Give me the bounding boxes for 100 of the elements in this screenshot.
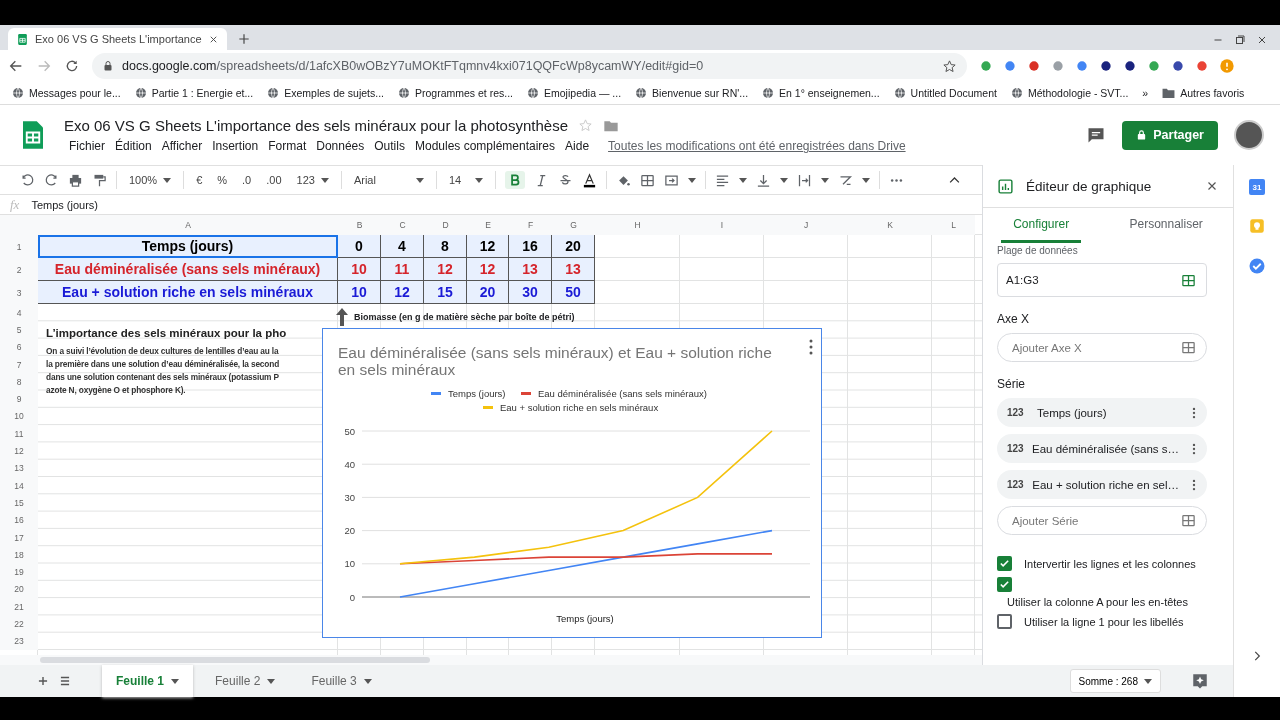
restore-icon[interactable]	[1234, 34, 1246, 46]
column-header[interactable]: A	[38, 215, 338, 235]
checkbox[interactable]	[997, 577, 1012, 592]
bookmark[interactable]: Emojipedia — ...	[527, 87, 622, 99]
grid-icon[interactable]	[1181, 272, 1196, 288]
bookmark[interactable]: Méthodologie - SVT...	[1010, 87, 1129, 99]
extension-icon[interactable]	[1171, 59, 1185, 73]
address-bar[interactable]: docs.google.com/spreadsheets/d/1afcXB0wOBzY7uMOKtFTqmnv4kxi071QQFcWp8ycamWY/edit#gid=0	[92, 53, 967, 79]
save-status-link[interactable]: Toutes les modifications ont été enregistrées dans Drive	[608, 139, 906, 153]
grid-icon[interactable]	[1181, 340, 1196, 355]
column-header[interactable]: K	[848, 215, 932, 235]
menu-item[interactable]: Données	[311, 139, 370, 153]
formula-field[interactable]: Temps (jours)	[31, 198, 98, 211]
document-title[interactable]: Exo 06 VS G Sheets L'importance des sels minéraux pour la photosynthèse	[64, 117, 568, 134]
row-header[interactable]: 2	[0, 258, 38, 281]
row-header[interactable]: 21	[0, 598, 38, 616]
row-header[interactable]: 18	[0, 546, 38, 564]
explore-icon[interactable]	[1191, 672, 1209, 690]
series-item[interactable]: 123 Temps (jours)	[997, 398, 1207, 427]
back-icon[interactable]	[8, 58, 24, 74]
print-icon[interactable]	[68, 172, 83, 188]
borders-icon[interactable]	[639, 172, 655, 188]
extension-icon[interactable]	[1099, 59, 1113, 73]
checkbox[interactable]	[997, 556, 1012, 571]
menu-item[interactable]: Aide	[560, 139, 595, 153]
zoom-dropdown[interactable]: 100%	[126, 172, 175, 188]
tasks-icon[interactable]	[1248, 257, 1266, 275]
row-header[interactable]: 22	[0, 615, 38, 633]
sheet-list-icon[interactable]	[58, 674, 72, 688]
extension-icon[interactable]	[1123, 59, 1137, 73]
calendar-icon[interactable]: 31	[1249, 179, 1265, 195]
text-color-icon[interactable]	[581, 172, 597, 188]
column-header[interactable]: F	[509, 215, 552, 235]
decrease-decimals-button[interactable]: .0	[239, 172, 255, 188]
checkbox-label[interactable]: Utiliser la ligne 1 pour les libellés	[1024, 615, 1184, 628]
checkbox-label[interactable]: Intervertir les lignes et les colonnes	[1024, 557, 1196, 570]
column-header[interactable]: J	[764, 215, 848, 235]
column-header[interactable]: B	[338, 215, 381, 235]
column-header[interactable]: G	[552, 215, 595, 235]
star-icon[interactable]	[578, 118, 593, 133]
row-header[interactable]: 9	[0, 390, 38, 408]
undo-icon[interactable]	[20, 172, 35, 188]
row-header[interactable]: 5	[0, 321, 38, 339]
row-header[interactable]: 4	[0, 304, 38, 322]
avatar[interactable]	[1234, 120, 1264, 150]
number-format-dropdown[interactable]: 123	[293, 172, 332, 188]
comment-icon[interactable]	[1086, 125, 1107, 145]
menu-item[interactable]: Fichier	[64, 139, 110, 153]
currency-format-button[interactable]: €	[193, 172, 206, 188]
row-header[interactable]: 12	[0, 442, 38, 460]
checkbox[interactable]	[997, 614, 1012, 629]
bookmark[interactable]: En 1° enseignemen...	[762, 87, 880, 99]
tab[interactable]: Personnaliser	[1117, 208, 1215, 243]
redo-icon[interactable]	[44, 172, 59, 188]
bookmark[interactable]: Bienvenue sur RN'...	[635, 87, 749, 99]
column-header[interactable]: E	[467, 215, 509, 235]
menu-item[interactable]: Insertion	[207, 139, 264, 153]
browser-tab[interactable]: Exo 06 VS G Sheets L'importance	[8, 28, 227, 50]
series-item[interactable]: 123 Eau déminéralisée (sans s…	[997, 434, 1207, 463]
series-item[interactable]: 123 Eau + solution riche en sel…	[997, 470, 1207, 499]
star-icon[interactable]	[942, 58, 957, 74]
bookmark[interactable]: Messages pour le...	[12, 87, 121, 99]
row-header[interactable]: 15	[0, 494, 38, 512]
more-icon[interactable]	[809, 339, 813, 355]
paint-roller-icon[interactable]	[92, 172, 107, 188]
bookmark-folder[interactable]: Autres favoris	[1162, 87, 1245, 99]
line-chart[interactable]	[322, 328, 822, 638]
checkbox-label[interactable]: Utiliser la colonne A pour les en-têtes	[997, 596, 1207, 608]
bookmark[interactable]: Exemples de sujets...	[267, 87, 384, 99]
menu-item[interactable]: Édition	[110, 139, 157, 153]
bookmark[interactable]: Programmes et res...	[398, 87, 514, 99]
column-header[interactable]: H	[595, 215, 680, 235]
merge-cells-icon[interactable]	[663, 172, 679, 188]
menu-item[interactable]: Afficher	[156, 139, 208, 153]
input-field[interactable]: A1:G3	[997, 263, 1207, 297]
close-icon[interactable]	[1256, 34, 1268, 46]
tab[interactable]: Configurer	[1001, 208, 1082, 243]
row-header[interactable]: 11	[0, 425, 38, 443]
new-tab-icon[interactable]	[236, 32, 251, 46]
menu-item[interactable]: Modules complémentaires	[409, 139, 561, 153]
percent-format-button[interactable]: %	[214, 172, 231, 188]
increase-decimals-button[interactable]: .00	[263, 172, 285, 188]
menu-item[interactable]: Format	[263, 139, 312, 153]
bookmark[interactable]: Partie 1 : Energie et...	[134, 87, 254, 99]
sum-dropdown[interactable]: Somme : 268	[1069, 669, 1161, 693]
sheet-tab[interactable]: Feuille 1	[102, 665, 194, 697]
text-wrap-icon[interactable]	[796, 172, 812, 188]
align-icon[interactable]	[714, 172, 730, 188]
column-header[interactable]: I	[680, 215, 764, 235]
row-header[interactable]: 1	[0, 235, 38, 258]
row-header[interactable]: 8	[0, 373, 38, 391]
bold-button[interactable]	[504, 171, 525, 189]
font-size-dropdown[interactable]: 14	[445, 172, 486, 188]
column-header[interactable]: D	[424, 215, 467, 235]
reload-icon[interactable]	[64, 58, 80, 74]
sheet-tab[interactable]: Feuille 3	[297, 665, 386, 697]
scrollbar[interactable]	[40, 657, 430, 663]
sheet-tab[interactable]: Feuille 2	[201, 665, 290, 697]
add-sheet-icon[interactable]	[36, 674, 50, 688]
bookmark[interactable]: Untitled Document	[893, 87, 997, 99]
